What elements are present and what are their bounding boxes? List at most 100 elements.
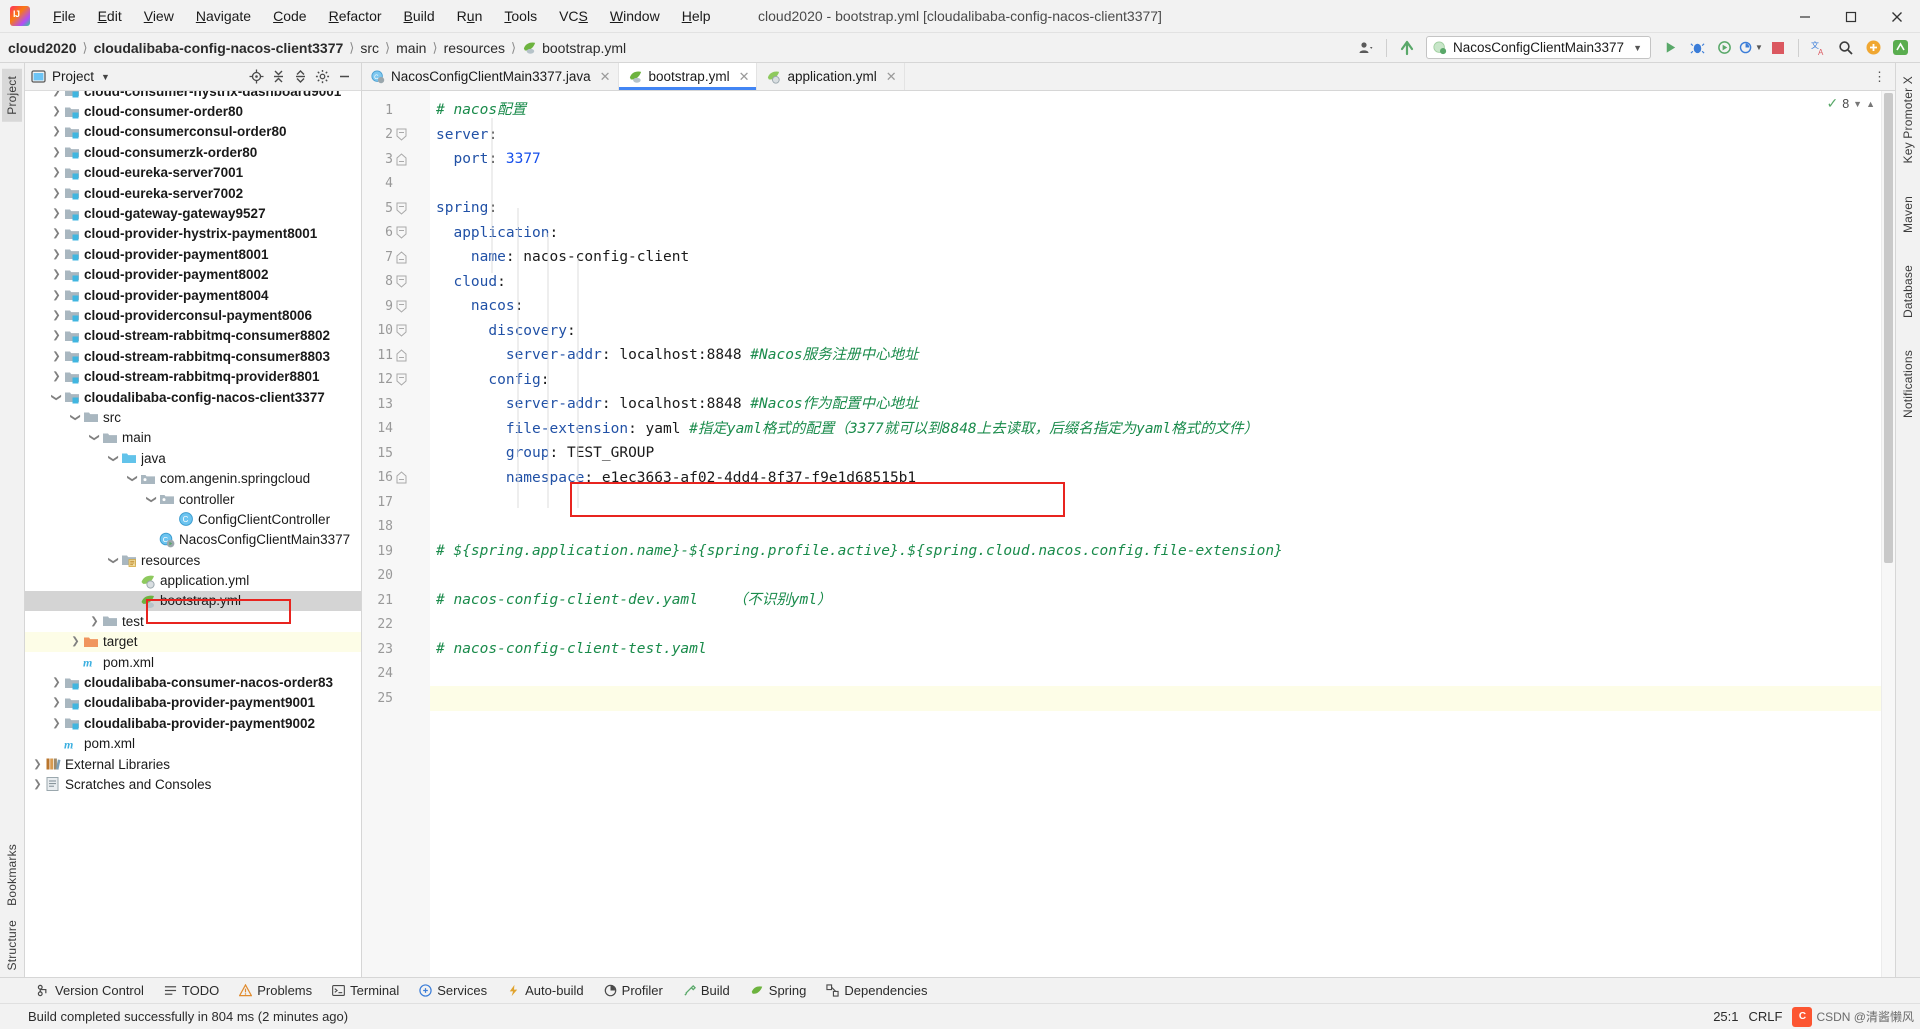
- chevron-right-icon[interactable]: ❯: [50, 228, 63, 239]
- user-icon[interactable]: [1354, 36, 1378, 60]
- fold-marker-icon[interactable]: [396, 300, 420, 313]
- close-icon[interactable]: ✕: [886, 69, 897, 85]
- fold-marker-icon[interactable]: [396, 153, 420, 166]
- breadcrumb-main[interactable]: main: [396, 40, 426, 56]
- tree-row[interactable]: ❯ cloud-consumerzk-order80: [25, 142, 361, 162]
- run-configuration-selector[interactable]: NacosConfigClientMain3377 ▼: [1425, 36, 1651, 59]
- chevron-down-icon[interactable]: ❯: [50, 392, 63, 403]
- close-button[interactable]: [1874, 0, 1920, 33]
- bottom-tool-build[interactable]: Build: [674, 980, 739, 1001]
- tree-row[interactable]: ❯ External Libraries: [25, 754, 361, 774]
- code-line[interactable]: name: nacos-config-client: [430, 245, 1881, 270]
- code-line[interactable]: [430, 613, 1881, 638]
- chevron-right-icon[interactable]: ❯: [69, 636, 82, 647]
- menu-edit[interactable]: Edit: [87, 4, 133, 28]
- tree-row[interactable]: ❯ cloud-gateway-gateway9527: [25, 203, 361, 223]
- bottom-tool-todo[interactable]: TODO: [155, 980, 228, 1001]
- bottom-tool-services[interactable]: Services: [410, 980, 496, 1001]
- chevron-right-icon[interactable]: ❯: [50, 677, 63, 688]
- fold-marker-icon[interactable]: [396, 275, 420, 288]
- code-line[interactable]: application:: [430, 221, 1881, 246]
- debug-icon[interactable]: [1685, 36, 1709, 60]
- gutter-line[interactable]: 1: [362, 98, 430, 123]
- tree-row[interactable]: ❯ test: [25, 611, 361, 631]
- sidebar-item-database[interactable]: Database: [1898, 258, 1918, 325]
- chevron-right-icon[interactable]: ❯: [50, 351, 63, 362]
- fold-marker-icon[interactable]: [396, 128, 420, 141]
- breadcrumb-src[interactable]: src: [360, 40, 379, 56]
- chevron-right-icon[interactable]: ❯: [50, 126, 63, 137]
- tree-row[interactable]: ❯ cloud-consumerconsul-order80: [25, 122, 361, 142]
- chevron-right-icon[interactable]: ❯: [50, 249, 63, 260]
- tree-row[interactable]: ❯ cloud-consumer-hystrix-dashboard9001: [25, 91, 361, 101]
- menu-navigate[interactable]: Navigate: [185, 4, 262, 28]
- code-line[interactable]: [430, 564, 1881, 589]
- menu-build[interactable]: Build: [393, 4, 446, 28]
- tree-row[interactable]: ❯ com.angenin.springcloud: [25, 468, 361, 488]
- tree-row[interactable]: ❯ cloud-stream-rabbitmq-provider8801: [25, 366, 361, 386]
- chevron-right-icon[interactable]: ❯: [50, 147, 63, 158]
- tree-row[interactable]: m pom.xml: [25, 652, 361, 672]
- tree-row[interactable]: ❯ cloud-provider-payment8001: [25, 244, 361, 264]
- menu-view[interactable]: View: [133, 4, 185, 28]
- code-line[interactable]: nacos:: [430, 294, 1881, 319]
- chevron-right-icon[interactable]: ❯: [50, 697, 63, 708]
- profiler-icon[interactable]: ▼: [1739, 36, 1763, 60]
- maximize-button[interactable]: [1828, 0, 1874, 33]
- tree-row[interactable]: ❯ cloudalibaba-consumer-nacos-order83: [25, 672, 361, 692]
- gutter-line[interactable]: 7: [362, 245, 430, 270]
- code-line[interactable]: # ${spring.application.name}-${spring.pr…: [430, 539, 1881, 564]
- chevron-up-icon[interactable]: ▲: [1866, 99, 1875, 109]
- chevron-down-icon[interactable]: ❯: [145, 494, 158, 505]
- tree-row[interactable]: ❯ Scratches and Consoles: [25, 774, 361, 794]
- tree-row[interactable]: bootstrap.yml: [25, 590, 361, 612]
- gutter-line[interactable]: 24: [362, 662, 430, 687]
- chevron-down-icon[interactable]: ❯: [88, 432, 101, 443]
- tree-row[interactable]: ❯ controller: [25, 489, 361, 509]
- chevron-right-icon[interactable]: ❯: [88, 616, 101, 627]
- tree-row[interactable]: ❯ cloud-eureka-server7001: [25, 163, 361, 183]
- tree-row[interactable]: ❯ cloud-stream-rabbitmq-consumer8802: [25, 326, 361, 346]
- tree-row[interactable]: application.yml: [25, 570, 361, 590]
- code-line[interactable]: server-addr: localhost:8848 #Nacos服务注册中心…: [430, 343, 1881, 368]
- tree-row[interactable]: ❯ cloud-eureka-server7002: [25, 183, 361, 203]
- breadcrumb-module[interactable]: cloudalibaba-config-nacos-client3377: [94, 40, 344, 56]
- tree-row[interactable]: ❯ cloud-provider-hystrix-payment8001: [25, 224, 361, 244]
- vcs-update-icon[interactable]: [1395, 36, 1419, 60]
- tree-row[interactable]: ❯ src: [25, 407, 361, 427]
- menu-file[interactable]: File: [42, 4, 87, 28]
- chevron-right-icon[interactable]: ❯: [50, 371, 63, 382]
- editor-scrollbar[interactable]: [1881, 91, 1895, 977]
- code-line[interactable]: # nacos-config-client-dev.yaml （不识别yml）: [430, 588, 1881, 613]
- gutter-line[interactable]: 22: [362, 613, 430, 638]
- chevron-down-icon[interactable]: ▼: [101, 72, 110, 82]
- gutter-line[interactable]: 14: [362, 417, 430, 442]
- code-line[interactable]: [430, 490, 1881, 515]
- sidebar-item-bookmarks[interactable]: Bookmarks: [2, 837, 22, 913]
- locate-icon[interactable]: [246, 66, 267, 87]
- scrollbar-thumb[interactable]: [1884, 93, 1893, 563]
- tree-row[interactable]: ❯ cloudalibaba-provider-payment9001: [25, 693, 361, 713]
- gutter-line[interactable]: 21: [362, 588, 430, 613]
- code-line[interactable]: port: 3377: [430, 147, 1881, 172]
- tree-row[interactable]: ❯ cloudalibaba-provider-payment9002: [25, 713, 361, 733]
- code-line[interactable]: [430, 662, 1881, 687]
- sidebar-item-structure[interactable]: Structure: [2, 913, 22, 978]
- code-line[interactable]: spring:: [430, 196, 1881, 221]
- tree-row[interactable]: ❯ java: [25, 448, 361, 468]
- bottom-tool-profiler[interactable]: Profiler: [595, 980, 672, 1001]
- breadcrumb-file[interactable]: bootstrap.yml: [542, 40, 626, 56]
- bottom-tool-spring[interactable]: Spring: [741, 980, 816, 1001]
- sidebar-item-notifications[interactable]: Notifications: [1898, 343, 1918, 425]
- gutter-line[interactable]: 13: [362, 392, 430, 417]
- settings-icon[interactable]: [312, 66, 333, 87]
- tree-row[interactable]: ❯ cloudalibaba-config-nacos-client3377: [25, 387, 361, 407]
- gutter-line[interactable]: 2: [362, 123, 430, 148]
- code-line[interactable]: server:: [430, 123, 1881, 148]
- run-icon[interactable]: [1658, 36, 1682, 60]
- tree-row[interactable]: ❯ cloud-providerconsul-payment8006: [25, 305, 361, 325]
- line-separator[interactable]: CRLF: [1749, 1009, 1783, 1024]
- editor-tab-application[interactable]: application.yml ✕: [757, 63, 905, 90]
- gutter-line[interactable]: 5: [362, 196, 430, 221]
- gutter-line[interactable]: 9: [362, 294, 430, 319]
